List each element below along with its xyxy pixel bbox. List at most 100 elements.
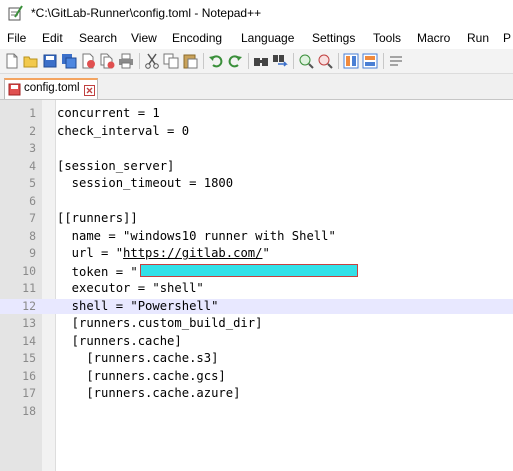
line-number: 5: [29, 176, 36, 190]
menu-macro[interactable]: Macro: [417, 31, 450, 45]
line-number: 2: [29, 123, 36, 138]
sync-vertical-icon[interactable]: [343, 53, 359, 69]
line-text: [runners.cache.s3]: [57, 351, 219, 365]
close-icon[interactable]: [80, 53, 96, 69]
print-icon[interactable]: [118, 53, 134, 69]
line-number: 3: [29, 141, 36, 155]
tab-config-toml[interactable]: config.toml: [4, 78, 98, 99]
line-text: executor = "shell": [57, 281, 204, 295]
copy-icon[interactable]: [163, 53, 179, 69]
replace-icon[interactable]: [272, 53, 288, 69]
tab-close-icon[interactable]: [84, 83, 95, 96]
line-number: 15: [22, 351, 36, 365]
toolbar-separator: [383, 53, 384, 69]
line-text: [session_server]: [57, 158, 175, 173]
line-text: name = "windows10 runner with Shell": [57, 228, 336, 243]
code-line-3: 3: [0, 141, 513, 157]
toolbar-separator: [139, 53, 140, 69]
redo-icon[interactable]: [227, 53, 243, 69]
menu-plugins-truncated[interactable]: P: [503, 31, 511, 45]
line-number: 6: [29, 193, 36, 208]
menu-edit[interactable]: Edit: [42, 31, 63, 45]
menu-tools[interactable]: Tools: [373, 31, 401, 45]
line-number: 4: [29, 158, 36, 173]
code-line-8: 8 name = "windows10 runner with Shell": [0, 229, 513, 245]
unsaved-file-icon: [8, 83, 21, 96]
token-redaction-box: [139, 263, 358, 277]
code-line-5: 5 session_timeout = 1800: [0, 176, 513, 192]
toolbar: [0, 49, 513, 74]
line-number: 13: [22, 316, 36, 330]
menu-run[interactable]: Run: [467, 31, 489, 45]
code-line-14: 14 [runners.cache]: [0, 334, 513, 350]
code-line-10: 10 token = ": [0, 263, 513, 281]
line-text: shell = "Powershell": [57, 298, 219, 313]
line-number: 16: [22, 368, 36, 383]
line-text: [runners.cache]: [57, 333, 182, 348]
toolbar-separator: [338, 53, 339, 69]
tab-bar: config.toml: [0, 74, 513, 100]
sync-horizontal-icon[interactable]: [362, 53, 378, 69]
line-text: [[runners]]: [57, 211, 138, 225]
line-text: [runners.cache.gcs]: [57, 368, 226, 383]
line-number: 14: [22, 333, 36, 348]
find-icon[interactable]: [253, 53, 269, 69]
code-line-9: 9 url = "https://gitlab.com/": [0, 246, 513, 262]
code-line-18: 18: [0, 404, 513, 420]
line-text: [runners.cache.azure]: [57, 386, 241, 400]
line-number: 7: [29, 211, 36, 225]
code-line-16: 16 [runners.cache.gcs]: [0, 369, 513, 385]
zoom-in-icon[interactable]: [298, 53, 314, 69]
code-line-2: 2 check_interval = 0: [0, 124, 513, 140]
line-text: [runners.custom_build_dir]: [57, 316, 263, 330]
url-prefix: url = ": [57, 246, 124, 260]
line-text: check_interval = 0: [57, 123, 190, 138]
menu-language[interactable]: Language: [241, 31, 294, 45]
cut-icon[interactable]: [144, 53, 160, 69]
line-text: concurrent = 1: [57, 106, 160, 120]
line-number: 12: [22, 298, 36, 313]
window-title: *C:\GitLab-Runner\config.toml - Notepad+…: [31, 6, 262, 20]
toolbar-separator: [248, 53, 249, 69]
code-line-6: 6: [0, 194, 513, 210]
line-text: token = ": [57, 263, 358, 281]
line-number: 9: [29, 246, 36, 260]
menu-settings[interactable]: Settings: [312, 31, 355, 45]
toolbar-separator: [203, 53, 204, 69]
url-suffix: ": [262, 246, 270, 260]
tab-label: config.toml: [24, 82, 80, 94]
menu-search[interactable]: Search: [79, 31, 117, 45]
line-text: url = "https://gitlab.com/": [57, 246, 270, 262]
code-line-4: 4 [session_server]: [0, 159, 513, 175]
code-line-15: 15 [runners.cache.s3]: [0, 351, 513, 367]
line-number: 10: [22, 263, 36, 278]
open-file-icon[interactable]: [23, 53, 39, 69]
url-link[interactable]: https://gitlab.com/: [123, 246, 262, 260]
new-file-icon[interactable]: [4, 53, 20, 69]
line-number: 17: [22, 386, 36, 400]
menu-bar: File Edit Search View Encoding Language …: [0, 29, 513, 49]
code-line-17: 17 [runners.cache.azure]: [0, 386, 513, 402]
notepad-plus-plus-icon: [7, 5, 23, 21]
line-number: 1: [29, 106, 36, 120]
line-text: session_timeout = 1800: [57, 176, 234, 190]
word-wrap-icon[interactable]: [388, 53, 404, 69]
save-icon[interactable]: [42, 53, 58, 69]
menu-view[interactable]: View: [131, 31, 157, 45]
close-all-icon[interactable]: [99, 53, 115, 69]
code-line-11: 11 executor = "shell": [0, 281, 513, 297]
editor[interactable]: 1 concurrent = 1 2 check_interval = 0 3 …: [0, 100, 513, 471]
token-key: token = ": [57, 264, 138, 279]
undo-icon[interactable]: [208, 53, 224, 69]
code-line-1: 1 concurrent = 1: [0, 106, 513, 122]
zoom-out-icon[interactable]: [317, 53, 333, 69]
toolbar-separator: [293, 53, 294, 69]
title-bar: *C:\GitLab-Runner\config.toml - Notepad+…: [0, 0, 513, 29]
menu-encoding[interactable]: Encoding: [172, 31, 222, 45]
menu-file[interactable]: File: [7, 31, 26, 45]
code-line-13: 13 [runners.custom_build_dir]: [0, 316, 513, 332]
line-number: 18: [22, 403, 36, 418]
paste-icon[interactable]: [182, 53, 198, 69]
line-number: 8: [29, 228, 36, 243]
save-all-icon[interactable]: [61, 53, 77, 69]
